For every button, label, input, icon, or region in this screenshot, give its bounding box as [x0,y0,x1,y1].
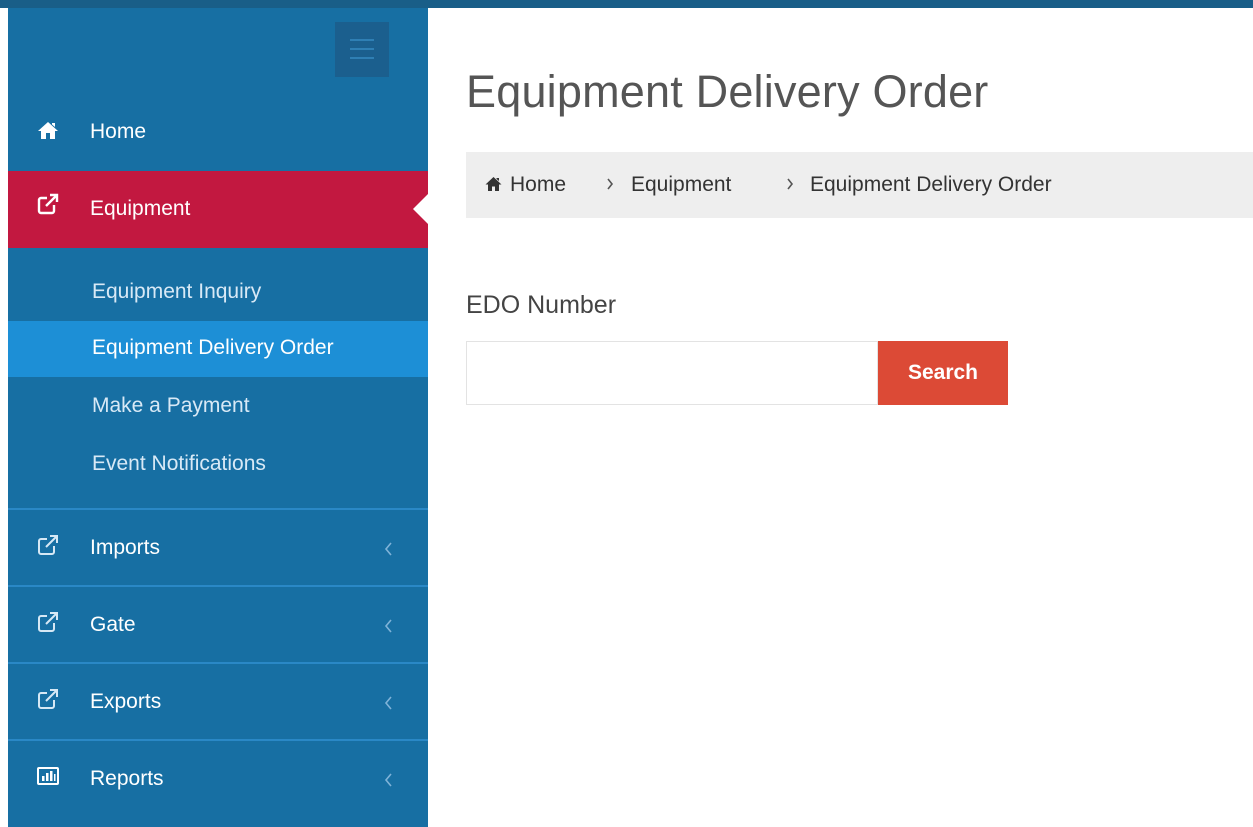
sidebar-item-home[interactable]: Home [8,102,428,172]
hamburger-line [350,48,374,50]
breadcrumb-home-link[interactable]: Home [510,173,566,197]
top-bar [0,0,1253,8]
chevron-right-icon [787,178,794,190]
active-indicator [413,193,429,225]
sidebar-subitem-label: Equipment Inquiry [92,280,262,303]
sidebar-item-reports[interactable]: Reports [8,741,428,819]
sidebar-subitem-equipment-delivery-order[interactable]: Equipment Delivery Order [8,321,428,377]
sidebar-item-label: Exports [90,690,162,713]
edo-number-input[interactable] [466,341,878,405]
external-link-icon [38,612,59,632]
sidebar-subitem-equipment-inquiry[interactable]: Equipment Inquiry [8,265,428,321]
sidebar-item-label: Equipment [90,197,191,220]
sidebar-item-label: Gate [90,613,136,636]
home-icon [38,122,58,139]
edo-number-label: EDO Number [466,291,617,319]
search-button[interactable]: Search [878,341,1008,405]
menu-toggle-button[interactable] [335,22,389,77]
sidebar-subitem-label: Make a Payment [92,394,250,417]
sidebar-subitem-event-notifications[interactable]: Event Notifications [8,437,428,493]
external-link-icon [38,689,59,709]
bar-chart-icon [37,767,59,785]
hamburger-line [350,57,374,59]
main-content: Equipment Delivery Order Home Equipment … [428,8,1253,827]
sidebar-item-gate[interactable]: Gate [8,587,428,663]
home-icon [485,177,502,191]
external-link-icon [38,535,59,555]
sidebar-item-label: Reports [90,767,164,790]
breadcrumb: Home Equipment Equipment Delivery Order [466,152,1253,218]
sidebar-item-exports[interactable]: Exports [8,664,428,740]
breadcrumb-current: Equipment Delivery Order [810,173,1052,196]
sidebar-subitem-label: Equipment Delivery Order [92,336,334,359]
external-link-icon [37,193,59,215]
chevron-left-icon [384,619,392,633]
chevron-left-icon [384,542,392,556]
page-title: Equipment Delivery Order [466,66,989,117]
sidebar-item-equipment[interactable]: Equipment [8,171,429,248]
sidebar-subitem-label: Event Notifications [92,452,266,475]
sidebar-item-imports[interactable]: Imports [8,510,428,586]
sidebar-item-label: Home [90,120,147,143]
chevron-left-icon [384,773,392,787]
breadcrumb-equipment-link[interactable]: Equipment [631,173,731,197]
sidebar-item-label: Imports [90,536,161,559]
sidebar: Home Equipment Equipment Inquiry Equipme… [8,8,429,827]
chevron-right-icon [607,178,614,190]
chevron-left-icon [384,696,392,710]
hamburger-line [350,39,374,41]
sidebar-subitem-make-a-payment[interactable]: Make a Payment [8,379,428,435]
